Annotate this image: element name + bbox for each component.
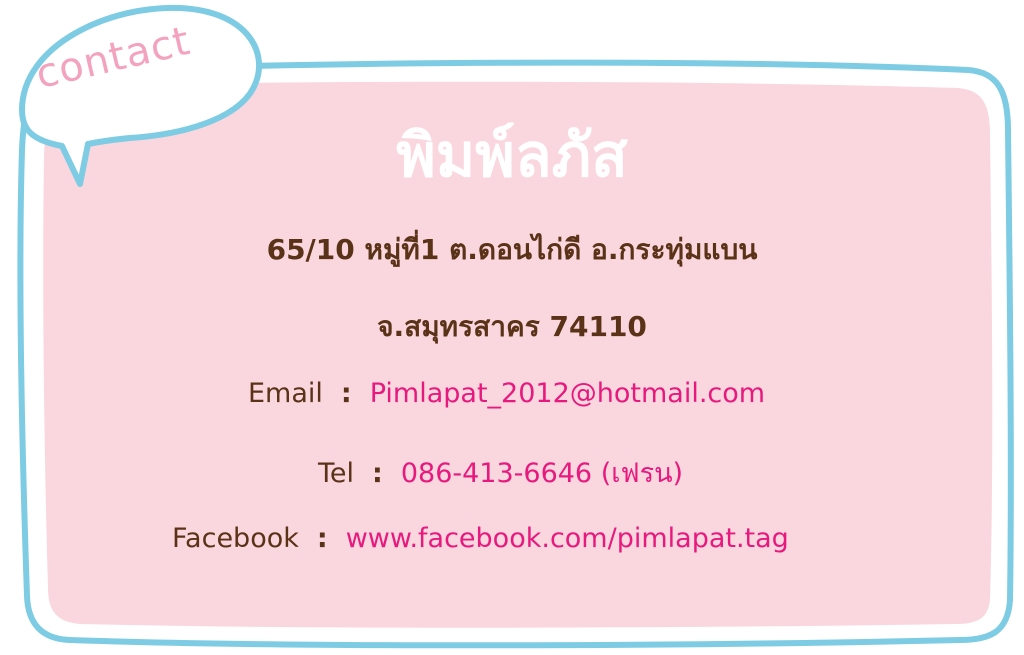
shop-name-title: พิมพ์ลภัส [396,121,628,191]
email-value[interactable]: Pimlapat_2012@hotmail.com [370,378,765,409]
address-line-2: จ.สมุทรสาคร 74110 [377,310,647,343]
tel-value[interactable]: 086-413-6646 (เฟรน) [401,458,683,489]
facebook-row: Facebook: www.facebook.com/pimlapat.tag [172,523,789,554]
tel-label: Tel [318,458,355,489]
facebook-value[interactable]: www.facebook.com/pimlapat.tag [346,523,789,554]
email-row: Email: Pimlapat_2012@hotmail.com [248,378,765,409]
email-separator: : [340,378,352,409]
facebook-label: Facebook [172,523,299,554]
address-line-1: 65/10 หมู่ที่1 ต.ดอนไก่ดี อ.กระทุ่มแบน [266,233,758,266]
contact-card-graphic: contact พิมพ์ลภัส 65/10 หมู่ที่1 ต.ดอนไก… [0,0,1024,655]
email-label: Email [248,378,323,409]
facebook-separator: : [316,523,328,554]
tel-row: Tel:086-413-6646 (เฟรน) [318,451,683,494]
tel-separator: : [372,458,383,489]
